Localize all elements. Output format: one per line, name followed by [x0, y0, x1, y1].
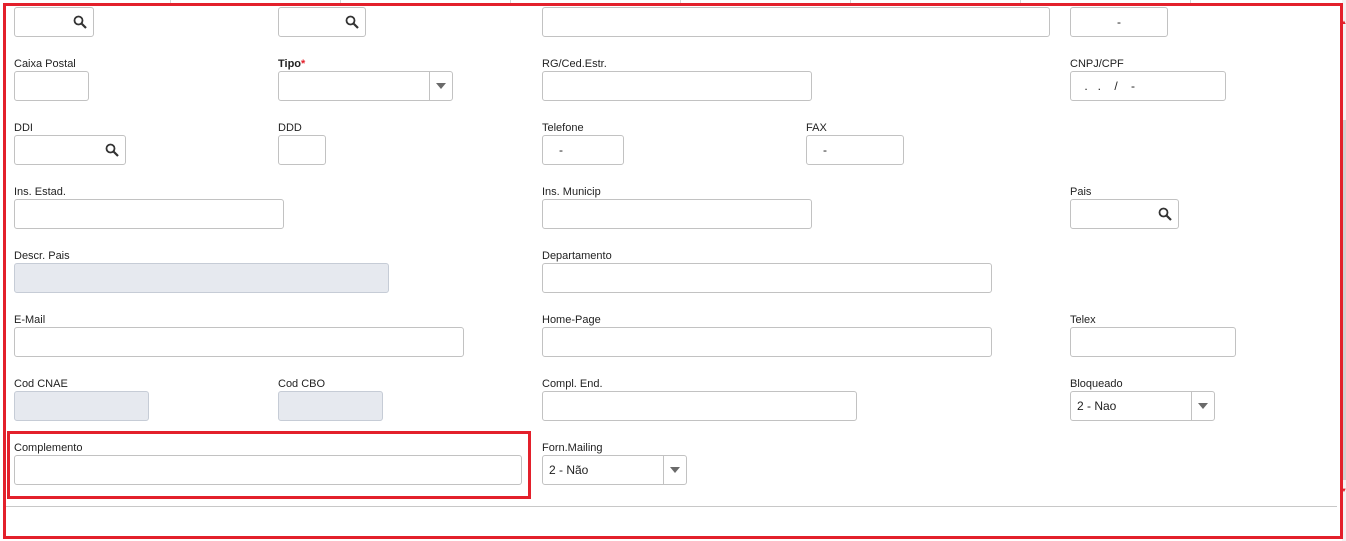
chevron-down-icon: [1198, 403, 1208, 409]
ddi-label: DDI: [14, 122, 33, 134]
footer-divider: [3, 506, 1337, 507]
descr-pais-label: Descr. Pais: [14, 250, 70, 262]
scroll-up-arrow-icon[interactable]: ▲: [1341, 20, 1346, 26]
bloqueado-select[interactable]: 2 - Nao: [1070, 391, 1215, 421]
ddi-input[interactable]: [14, 135, 126, 165]
ins-municip-input[interactable]: [542, 199, 812, 229]
pais-label: Pais: [1070, 186, 1092, 198]
cod-cbo-input: [278, 391, 383, 421]
email-input[interactable]: [14, 327, 464, 357]
bloqueado-dropdown-button[interactable]: [1191, 392, 1214, 420]
cod-cbo-label: Cod CBO: [278, 378, 326, 390]
caixa-postal-label: Caixa Postal: [14, 58, 76, 70]
scroll-down-arrow-icon[interactable]: ▼: [1341, 488, 1346, 494]
ins-estad-input[interactable]: [14, 199, 284, 229]
complemento-input[interactable]: [14, 455, 522, 485]
email-label: E-Mail: [14, 314, 46, 326]
home-page-input[interactable]: [542, 327, 992, 357]
compl-end-input[interactable]: [542, 391, 857, 421]
departamento-input[interactable]: [542, 263, 992, 293]
top-divider: [0, 0, 1346, 4]
top-text-input[interactable]: [542, 7, 1050, 37]
caixa-postal-input[interactable]: [14, 71, 89, 101]
forn-mailing-label: Forn.Mailing: [542, 442, 603, 454]
cod-cnae-label: Cod CNAE: [14, 378, 68, 390]
tipo-dropdown-button[interactable]: [429, 72, 452, 100]
home-page-label: Home-Page: [542, 314, 601, 326]
top-lookup-input-1[interactable]: [14, 7, 94, 37]
cnpj-label: CNPJ/CPF: [1070, 58, 1124, 70]
pais-input[interactable]: [1070, 199, 1179, 229]
cod-cnae-input: [14, 391, 149, 421]
bloqueado-label: Bloqueado: [1070, 378, 1123, 390]
rg-input[interactable]: [542, 71, 812, 101]
cnpj-input[interactable]: . . / -: [1070, 71, 1226, 101]
forn-mailing-select[interactable]: 2 - Não: [542, 455, 687, 485]
ins-estad-label: Ins. Estad.: [14, 186, 66, 198]
fax-label: FAX: [806, 122, 827, 134]
search-icon[interactable]: [105, 143, 119, 157]
search-icon[interactable]: [73, 15, 87, 29]
telefone-input[interactable]: -: [542, 135, 624, 165]
top-lookup-input-2[interactable]: [278, 7, 366, 37]
forn-mailing-dropdown-button[interactable]: [663, 456, 686, 484]
bloqueado-select-value: 2 - Nao: [1077, 399, 1117, 413]
scrollbar-thumb[interactable]: [1342, 120, 1346, 480]
complemento-label: Complemento: [14, 442, 83, 454]
telex-input[interactable]: [1070, 327, 1236, 357]
search-icon[interactable]: [345, 15, 359, 29]
telefone-label: Telefone: [542, 122, 584, 134]
ddd-input[interactable]: [278, 135, 326, 165]
telex-label: Telex: [1070, 314, 1096, 326]
tipo-select[interactable]: [278, 71, 453, 101]
forn-mailing-select-value: 2 - Não: [549, 463, 589, 477]
chevron-down-icon: [436, 83, 446, 89]
chevron-down-icon: [670, 467, 680, 473]
ddd-label: DDD: [278, 122, 302, 134]
descr-pais-input: [14, 263, 389, 293]
rg-label: RG/Ced.Estr.: [542, 58, 607, 70]
fax-input[interactable]: -: [806, 135, 904, 165]
tipo-label: Tipo*: [278, 58, 306, 70]
required-mark: *: [301, 58, 306, 70]
ins-municip-label: Ins. Municip: [542, 186, 601, 198]
top-masked-input[interactable]: -: [1070, 7, 1168, 37]
compl-end-label: Compl. End.: [542, 378, 603, 390]
departamento-label: Departamento: [542, 250, 612, 262]
search-icon[interactable]: [1158, 207, 1172, 221]
